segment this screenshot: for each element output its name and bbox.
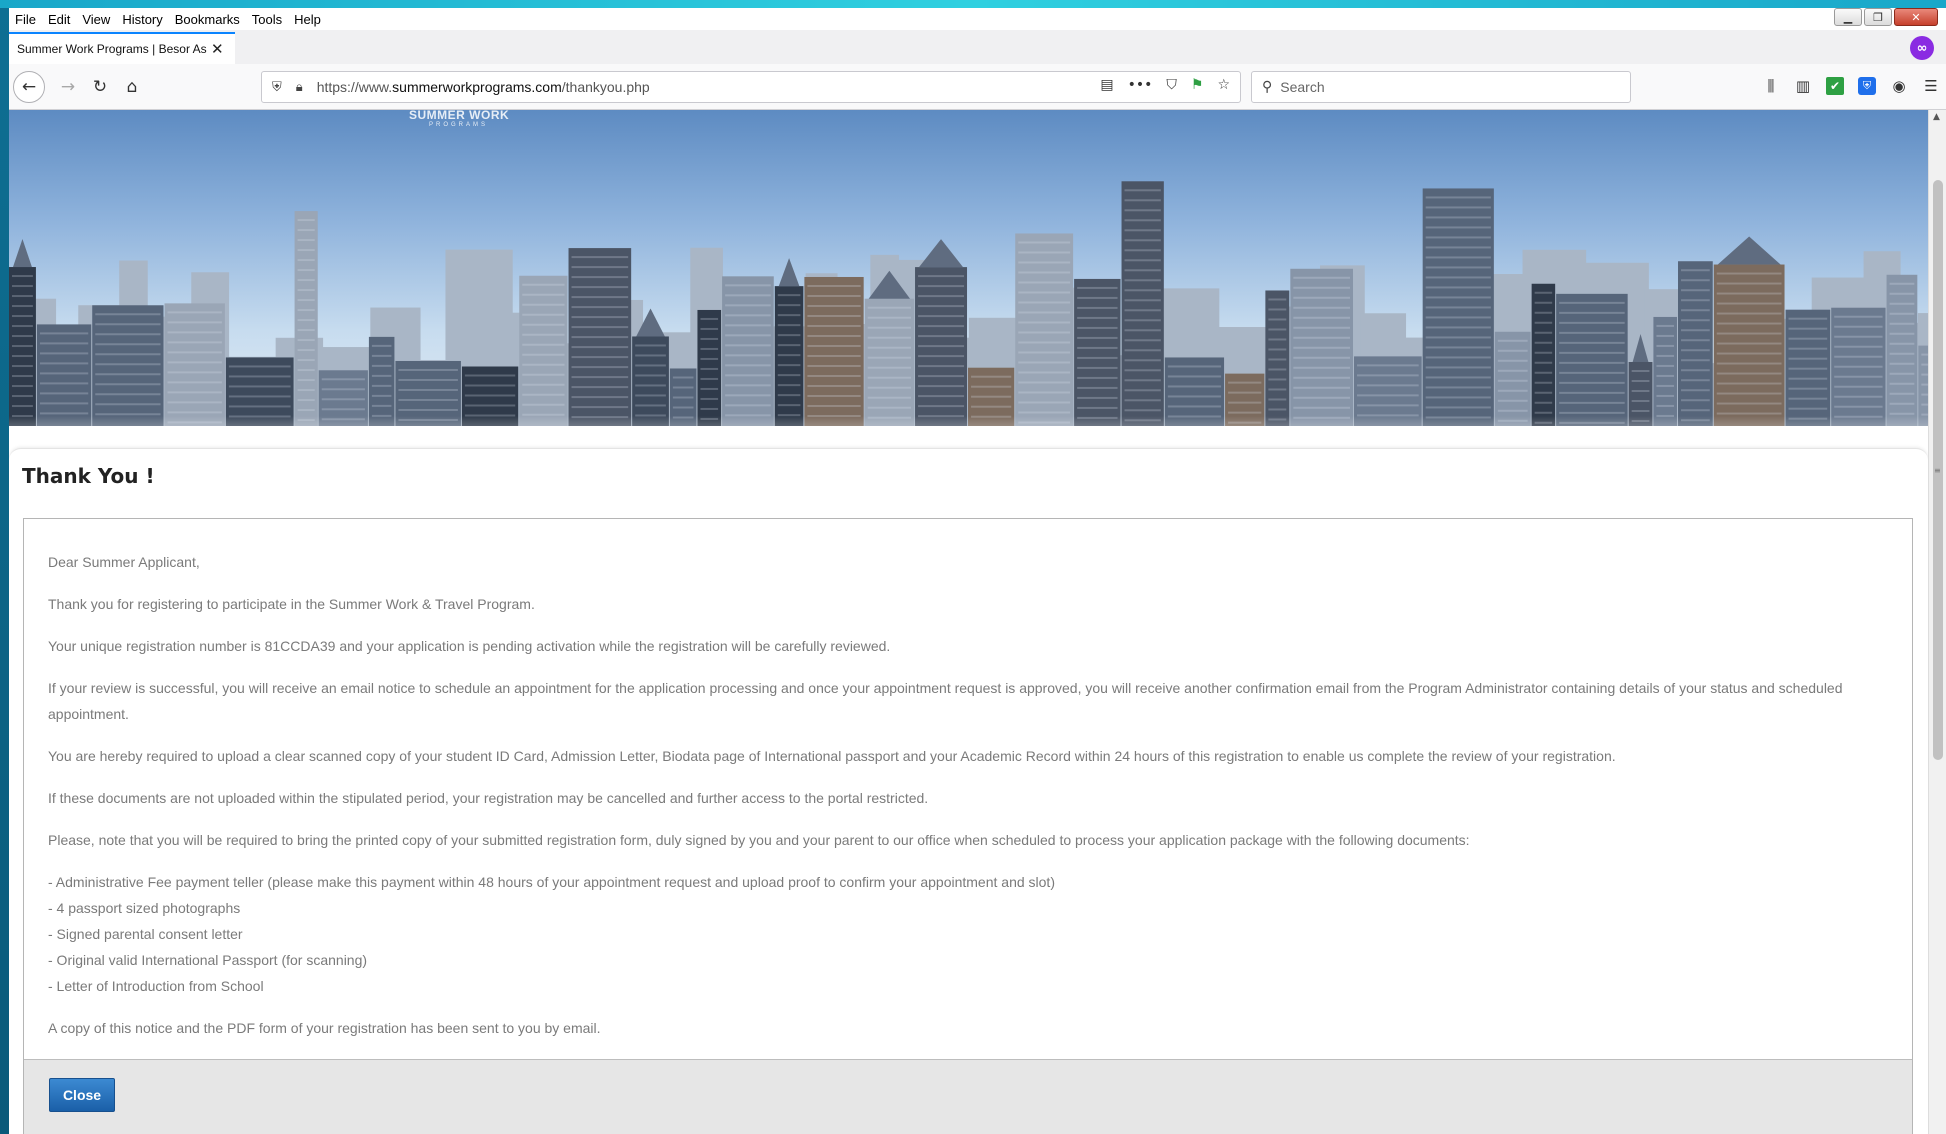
search-icon: ⚲ — [1262, 79, 1273, 95]
reader-view-icon[interactable]: ▤ — [1100, 77, 1113, 93]
sidebar-icon[interactable]: ▥ — [1794, 77, 1812, 95]
reload-icon[interactable]: ↻ — [85, 72, 115, 102]
extension-badge-icon[interactable]: ∞ — [1910, 36, 1934, 60]
content-panel: Thank You ! Dear Summer Applicant, Thank… — [9, 448, 1928, 1134]
desktop-taskbar-strip — [0, 0, 1946, 8]
url-domain: summerworkprograms.com — [392, 79, 562, 95]
menu-edit[interactable]: Edit — [48, 12, 70, 27]
minimize-button[interactable]: ▁ — [1834, 8, 1862, 26]
more-actions-icon[interactable]: ••• — [1128, 77, 1153, 93]
page-viewport: SUMMER WORK PROGRAMS Thank You ! Dear Su… — [9, 110, 1928, 1134]
paragraph-review: If your review is successful, you will r… — [48, 680, 1843, 722]
shield-extension-icon[interactable]: ⛨ — [1858, 77, 1876, 95]
menu-bookmarks[interactable]: Bookmarks — [175, 12, 240, 27]
library-icon[interactable]: ⫼ — [1762, 77, 1780, 95]
window-controls: ▁ ❐ ✕ — [1832, 8, 1938, 28]
url-path: /thankyou.php — [561, 79, 650, 95]
scroll-grip-icon: ≡ — [1934, 466, 1941, 475]
toolbar-right: ⫼ ▥ ✔ ⛨ ◉ ☰ — [1762, 77, 1940, 95]
banner-fade — [9, 416, 1928, 426]
close-button[interactable]: Close — [49, 1078, 115, 1112]
address-bar-actions: ▤ ••• ⛉ ⚑ ☆ — [1100, 77, 1230, 93]
lock-icon[interactable]: 🔒︎ — [296, 80, 303, 95]
menu-tools[interactable]: Tools — [252, 12, 282, 27]
documents-list: - Administrative Fee payment teller (ple… — [48, 869, 1888, 999]
hamburger-menu-icon[interactable]: ☰ — [1922, 77, 1940, 95]
menu-history[interactable]: History — [122, 12, 162, 27]
menu-view[interactable]: View — [82, 12, 110, 27]
window-close-button[interactable]: ✕ — [1894, 8, 1938, 26]
pocket-icon[interactable]: ⛉ — [1166, 77, 1177, 93]
notice-footer: Close — [24, 1059, 1912, 1134]
checkmark-extension-icon[interactable]: ✔ — [1826, 77, 1844, 95]
list-item: - Original valid International Passport … — [48, 952, 368, 968]
page-scrollbar[interactable]: ▲ ≡ — [1928, 110, 1946, 1134]
list-item: - Administrative Fee payment teller (ple… — [48, 874, 1055, 890]
scroll-up-arrow-icon[interactable]: ▲ — [1933, 112, 1940, 122]
list-item: - 4 passport sized photographs — [48, 900, 241, 916]
account-icon[interactable]: ◉ — [1890, 77, 1908, 95]
logo-subtext: PROGRAMS — [429, 122, 489, 128]
paragraph-thanks: Thank you for registering to participate… — [48, 596, 535, 612]
tab-active[interactable]: Summer Work Programs | Besor As ✕ — [9, 32, 235, 64]
address-bar[interactable]: ⛨ 🔒︎ https://www.summerworkprograms.com/… — [261, 71, 1241, 103]
navigation-bar: ← → ↻ ⌂ ⛨ 🔒︎ https://www.summerworkprogr… — [9, 64, 1946, 110]
tab-strip: Summer Work Programs | Besor As ✕ ∞ — [9, 30, 1946, 64]
paragraph-cancellation: If these documents are not uploaded with… — [48, 790, 929, 806]
browser-window: File Edit View History Bookmarks Tools H… — [9, 8, 1946, 1134]
page-title: Thank You ! — [22, 464, 155, 488]
paragraph-documents-intro: Please, note that you will be required t… — [48, 832, 1470, 848]
notice-body: Dear Summer Applicant, Thank you for reg… — [48, 549, 1888, 1057]
paragraph-email-copy: A copy of this notice and the PDF form o… — [48, 1020, 601, 1036]
skyline-image — [9, 181, 1928, 426]
tracking-shield-icon[interactable]: ⛨ — [272, 80, 282, 95]
greeting: Dear Summer Applicant, — [48, 554, 200, 570]
menu-help[interactable]: Help — [294, 12, 321, 27]
paragraph-registration-number: Your unique registration number is 81CCD… — [48, 638, 891, 654]
restore-button[interactable]: ❐ — [1864, 8, 1892, 26]
back-arrow-icon[interactable]: ← — [13, 71, 45, 103]
bookmark-star-icon[interactable]: ☆ — [1217, 77, 1230, 93]
paragraph-upload: You are hereby required to upload a clea… — [48, 748, 1616, 764]
tab-title: Summer Work Programs | Besor As — [17, 42, 207, 56]
search-placeholder: Search — [1280, 79, 1325, 95]
desktop-left-edge — [0, 8, 9, 1134]
search-input[interactable]: ⚲ Search — [1251, 71, 1631, 103]
site-logo[interactable]: SUMMER WORK PROGRAMS — [409, 110, 509, 128]
skyline-banner: SUMMER WORK PROGRAMS — [9, 110, 1928, 426]
url-prefix: https://www. — [316, 79, 393, 95]
list-item: - Letter of Introduction from School — [48, 978, 264, 994]
notice-box: Dear Summer Applicant, Thank you for reg… — [23, 518, 1913, 1134]
url-text[interactable]: https://www.summerworkprograms.com/thank… — [317, 79, 650, 95]
home-icon[interactable]: ⌂ — [117, 72, 147, 102]
logo-text: SUMMER WORK — [409, 110, 510, 122]
menu-file[interactable]: File — [15, 12, 36, 27]
flag-extension-icon[interactable]: ⚑ — [1191, 77, 1204, 93]
close-icon[interactable]: ✕ — [211, 40, 224, 58]
menu-bar: File Edit View History Bookmarks Tools H… — [9, 8, 1946, 30]
list-item: - Signed parental consent letter — [48, 926, 243, 942]
forward-arrow-icon[interactable]: → — [53, 72, 83, 102]
